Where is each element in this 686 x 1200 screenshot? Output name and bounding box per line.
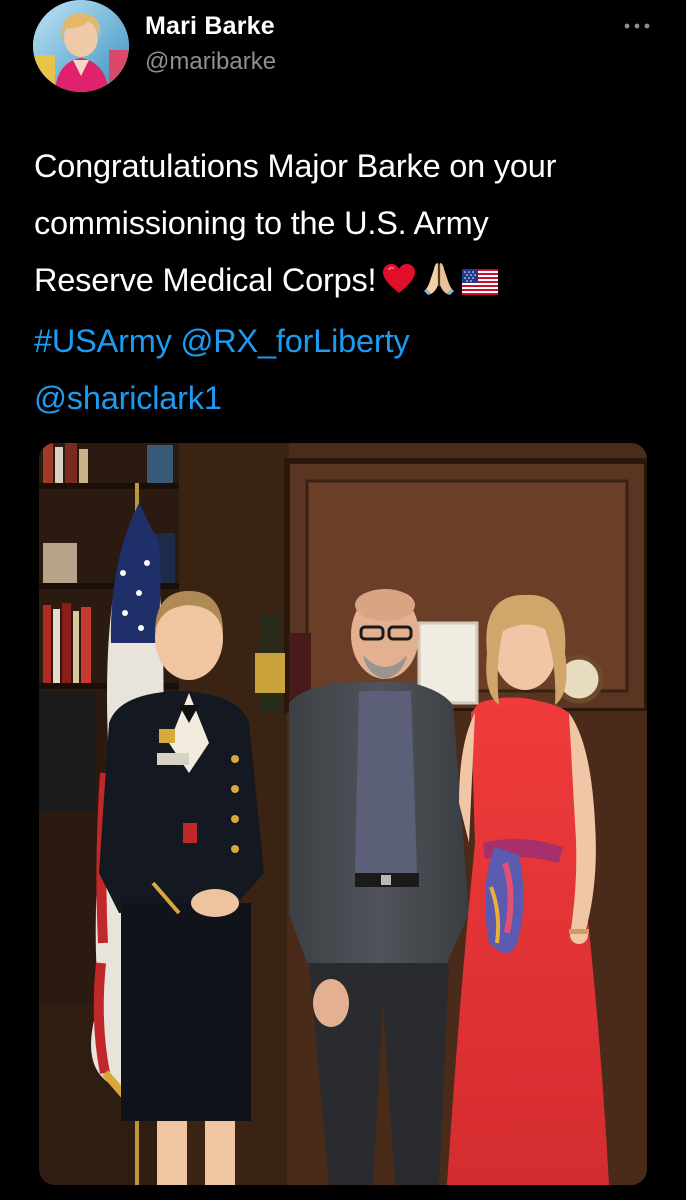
tweet-card: Mari Barke @maribarke Congratulations Ma… [0,0,686,1200]
tweet-photo[interactable] [39,443,647,1185]
tweet-line-1: Congratulations Major Barke on your [34,148,557,184]
more-options-button[interactable] [620,12,654,40]
mention-shariclark1-link[interactable]: @shariclark1 [34,380,222,416]
avatar[interactable] [33,0,129,92]
tweet-text: Congratulations Major Barke on your comm… [34,138,654,427]
tweet-line-4: #USArmy @RX_forLiberty [34,313,654,370]
more-horizontal-icon [624,23,650,29]
tweet-line-3-text: Reserve Medical Corps! [34,262,377,298]
red-heart-icon [382,256,416,313]
tweet-line-5: @shariclark1 [34,370,654,427]
folded-hands-icon [422,256,456,313]
tweet-line-3: Reserve Medical Corps! [34,252,654,313]
us-flag-icon [462,256,499,313]
author-display-name[interactable]: Mari Barke [145,12,275,41]
author-handle[interactable]: @maribarke [145,48,276,76]
mention-rx-forliberty-link[interactable]: @RX_forLiberty [181,323,410,359]
tweet-line-2: commissioning to the U.S. Army [34,205,489,241]
hashtag-usarmy-link[interactable]: #USArmy [34,323,172,359]
